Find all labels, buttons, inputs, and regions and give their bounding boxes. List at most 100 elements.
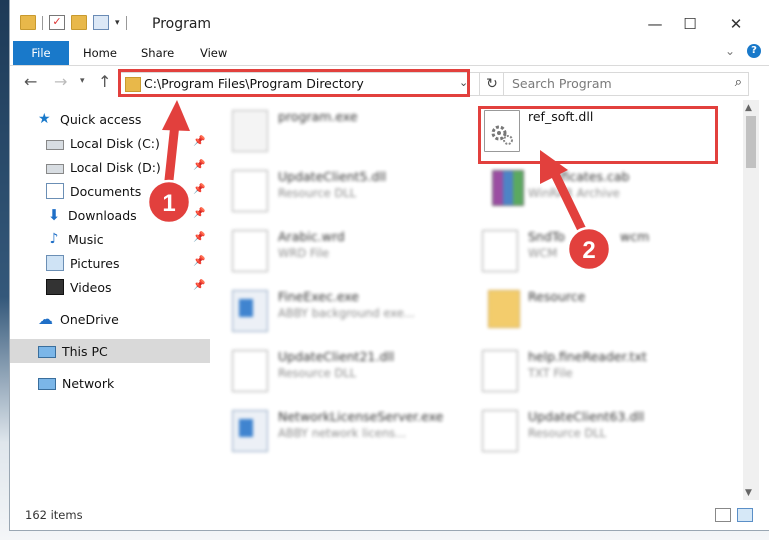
downloads-icon: ⬇: [47, 206, 61, 224]
sidebar-item-label: Downloads: [68, 207, 137, 223]
file-item[interactable]: Resource: [470, 284, 710, 338]
close-button[interactable]: ✕: [716, 10, 756, 38]
file-item[interactable]: program.exe: [220, 104, 460, 158]
navigation-pane: ★ Quick access Local Disk (C:) 📌 Local D…: [10, 100, 234, 500]
toolbar-divider: [125, 15, 127, 30]
scroll-down-icon[interactable]: ▼: [745, 488, 752, 498]
file-name: UpdateClient21.dll: [278, 349, 395, 364]
file-item[interactable]: SndTo wcm WCM: [470, 224, 710, 278]
search-placeholder: Search Program: [512, 76, 612, 91]
sidebar-item-music[interactable]: ♪ Music 📌: [10, 227, 242, 251]
pin-icon[interactable]: 📌: [193, 232, 205, 243]
sidebar-item-label: Network: [62, 375, 115, 391]
status-bar: 162 items: [10, 500, 769, 530]
file-item[interactable]: NetworkLicenseServer.exe ABBY network li…: [220, 404, 460, 458]
file-item[interactable]: FineExec.exe ABBY background exe...: [220, 284, 460, 338]
sidebar-item-label: Pictures: [70, 255, 120, 271]
file-name: program.exe: [278, 109, 358, 124]
properties-check-icon[interactable]: ✓: [49, 15, 65, 30]
maximize-button[interactable]: ☐: [670, 10, 710, 38]
cloud-icon: ☁: [38, 310, 53, 328]
sidebar-item-videos[interactable]: Videos 📌: [10, 275, 242, 299]
documents-icon: [46, 183, 64, 199]
back-arrow-icon[interactable]: ←: [24, 72, 37, 91]
file-name-suffix: wcm: [620, 229, 650, 244]
expand-ribbon-icon[interactable]: ⌄: [725, 44, 735, 58]
file-item[interactable]: UpdateClient63.dll Resource DLL: [470, 404, 710, 458]
file-item[interactable]: help.fineReader.txt TXT File: [470, 344, 710, 398]
sidebar-item-local-disk-d[interactable]: Local Disk (D:) 📌: [10, 155, 242, 179]
file-type: Resource DLL: [278, 366, 357, 380]
minimize-button[interactable]: —: [635, 10, 675, 38]
sidebar-item-label: Quick access: [60, 111, 142, 127]
pin-icon[interactable]: 📌: [193, 184, 205, 195]
file-item[interactable]: UpdateClient21.dll Resource DLL: [220, 344, 460, 398]
network-icon: [38, 378, 56, 390]
tab-file[interactable]: File: [13, 41, 69, 65]
sidebar-item-quick-access[interactable]: ★ Quick access: [10, 107, 234, 131]
sidebar-item-label: OneDrive: [60, 311, 119, 327]
pin-icon[interactable]: 📌: [193, 280, 205, 291]
window-title: Program: [152, 16, 212, 32]
sidebar-item-label: Videos: [70, 279, 112, 295]
details-view-icon[interactable]: [715, 508, 731, 522]
file-name: UpdateClient63.dll: [528, 409, 645, 424]
file-type: TXT File: [528, 366, 573, 380]
file-name: FineExec.exe: [278, 289, 359, 304]
pin-icon[interactable]: 📌: [193, 136, 205, 147]
pin-icon[interactable]: 📌: [193, 256, 205, 267]
large-icons-view-icon[interactable]: [737, 508, 753, 522]
sidebar-item-downloads[interactable]: ⬇ Downloads 📌: [10, 203, 242, 227]
sidebar-item-this-pc[interactable]: This PC: [10, 339, 234, 363]
recent-locations-icon[interactable]: ▾: [80, 76, 85, 86]
file-name: Resource: [528, 289, 586, 304]
sidebar-item-pictures[interactable]: Pictures 📌: [10, 251, 242, 275]
drive-icon: [46, 164, 64, 174]
customize-toolbar-icon[interactable]: [93, 15, 109, 30]
file-item[interactable]: ificates.cab WinRAR Archive: [470, 164, 710, 218]
search-icon[interactable]: ⌕: [735, 75, 742, 90]
item-count: 162 items: [25, 508, 83, 522]
file-item[interactable]: UpdateClient5.dll Resource DLL: [220, 164, 460, 218]
file-item[interactable]: Arabic.wrd WRD File: [220, 224, 460, 278]
dll-icon: [232, 170, 268, 212]
forward-arrow-icon[interactable]: →: [54, 72, 67, 91]
tab-home[interactable]: Home: [83, 41, 117, 65]
file-name: Arabic.wrd: [278, 229, 345, 244]
refresh-icon[interactable]: ↻: [479, 73, 504, 95]
sidebar-item-network[interactable]: Network: [10, 371, 234, 395]
sidebar-item-local-disk-c[interactable]: Local Disk (C:) 📌: [10, 131, 242, 155]
pin-icon[interactable]: 📌: [193, 160, 205, 171]
file-type: WinRAR Archive: [528, 186, 620, 200]
window-icon: [232, 290, 268, 332]
toolbar-dropdown-icon[interactable]: ▾: [115, 18, 120, 28]
doc-icon: [482, 350, 518, 392]
up-arrow-icon[interactable]: ↑: [98, 72, 111, 91]
folder-icon: [20, 15, 36, 30]
sidebar-item-onedrive[interactable]: ☁ OneDrive: [10, 307, 234, 331]
file-name: help.fineReader.txt: [528, 349, 647, 364]
scrollbar-thumb[interactable]: [746, 116, 756, 168]
file-name: ificates.cab: [558, 169, 630, 184]
address-highlight-box: [118, 69, 470, 97]
sidebar-item-documents[interactable]: Documents 📌: [10, 179, 242, 203]
sidebar-item-label: This PC: [62, 343, 108, 359]
search-input[interactable]: Search Program ⌕: [503, 72, 749, 96]
new-folder-icon[interactable]: [71, 15, 87, 30]
tab-view[interactable]: View: [200, 41, 227, 65]
dll-icon: [232, 350, 268, 392]
music-icon: ♪: [49, 231, 59, 247]
file-type: WCM: [528, 246, 558, 260]
sidebar-item-label: Documents: [70, 183, 142, 199]
scroll-up-icon[interactable]: ▲: [745, 103, 752, 113]
help-icon[interactable]: ?: [747, 44, 761, 58]
doc-icon: [232, 230, 268, 272]
tab-share[interactable]: Share: [141, 41, 174, 65]
file-type: Resource DLL: [278, 186, 357, 200]
window-icon: [232, 410, 268, 452]
vertical-scrollbar[interactable]: ▲ ▼: [743, 100, 759, 500]
folder-icon: [488, 290, 520, 328]
file-highlight-box: [478, 106, 718, 164]
sidebar-item-label: Music: [68, 231, 104, 247]
pin-icon[interactable]: 📌: [193, 208, 205, 219]
